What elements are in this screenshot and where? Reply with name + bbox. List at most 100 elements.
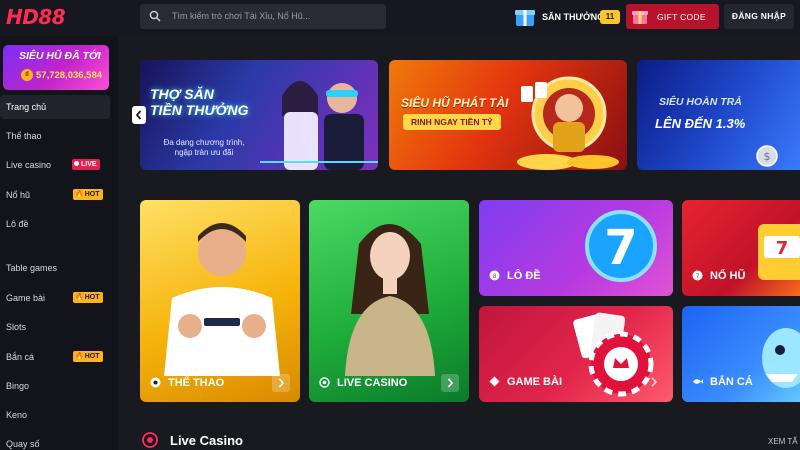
banner-title: SIÊU HŨ PHÁT TÀI — [401, 96, 509, 110]
jackpot-icon: 7 — [692, 270, 703, 281]
svg-text:7: 7 — [776, 238, 789, 259]
category-card-jackpot[interactable]: 7 7 NỔ HŨ — [682, 200, 800, 296]
chevron-left-icon — [135, 110, 142, 120]
hot-badge: 🔥HOT — [73, 351, 103, 362]
sidebar-item-bingo[interactable]: Bingo — [0, 374, 110, 398]
live-badge: LIVE — [72, 159, 100, 170]
hot-badge-text: HOT — [84, 353, 100, 360]
login-button[interactable]: ĐĂNG NHẬP — [724, 4, 794, 29]
sidebar-item-home[interactable]: Trang chủ — [0, 95, 110, 119]
svg-text:8: 8 — [493, 273, 497, 280]
reward-label: SĂN THƯỞNG — [542, 12, 605, 22]
coin-icon: ₫ — [21, 69, 33, 81]
reward-count-badge: 11 — [600, 10, 620, 24]
banner-cta-pill[interactable]: RINH NGAY TIỀN TỶ — [403, 114, 501, 130]
card-games-icon — [489, 376, 500, 387]
hot-badge-text: HOT — [84, 294, 100, 301]
search-icon — [149, 10, 161, 22]
lucky-seven-ball-illustration: 7 — [585, 210, 657, 282]
sidebar-item-table-games[interactable]: Table games — [0, 256, 110, 280]
gift-code-label: GIFT CODE — [657, 12, 706, 22]
category-card-lottery[interactable]: 7 8 LÔ ĐỀ — [479, 200, 673, 296]
see-all-link[interactable]: XEM TẤ — [768, 437, 798, 446]
sidebar-item-live-casino[interactable]: Live casino LIVE — [0, 153, 110, 177]
gift-icon — [632, 11, 648, 24]
live-casino-open-button[interactable] — [441, 374, 459, 392]
live-casino-icon — [319, 377, 330, 388]
hot-badge: 🔥HOT — [73, 189, 103, 200]
banner-title-line1: THỢ SĂN — [150, 86, 214, 102]
sidebar-item-jackpot[interactable]: Nổ hũ 🔥HOT — [0, 183, 110, 207]
sidebar-item-lottery[interactable]: Lô đề — [0, 212, 110, 236]
jackpot-amount: 57,728,036,584 — [36, 70, 103, 81]
search-bar[interactable]: Tìm kiếm trò chơi Tài Xỉu, Nổ Hũ... — [140, 4, 386, 29]
live-dot-icon — [74, 161, 79, 166]
sports-open-button[interactable] — [272, 374, 290, 392]
lottery-icon: 8 — [489, 270, 500, 281]
sidebar-item-card-games[interactable]: Game bài 🔥HOT — [0, 286, 110, 310]
reward-icon — [515, 10, 535, 26]
slot-machine-illustration: 7 — [758, 224, 800, 280]
banner-title-line2: TIỀN THƯỞNG — [150, 102, 249, 118]
jackpot-banner[interactable]: SIÊU HŨ ĐÃ TỚI ₫ 57,728,036,584 — [3, 45, 109, 90]
footballer-illustration — [164, 223, 280, 376]
sidebar-item-label: Thể thao — [6, 131, 42, 141]
sidebar-item-fishing[interactable]: Bắn cá 🔥HOT — [0, 345, 110, 369]
banner-cashback[interactable]: SIÊU HOÀN TRẢ LÊN ĐẾN 1.3% $ — [637, 60, 800, 170]
category-label: NỔ HŨ — [710, 270, 746, 282]
flame-icon: 🔥 — [75, 294, 84, 301]
category-card-card-games[interactable]: GAME BÀI — [479, 306, 673, 402]
sidebar-item-label: Keno — [6, 410, 28, 420]
sidebar-item-label: Lô đề — [6, 219, 29, 229]
sidebar-item-slots[interactable]: Slots — [0, 315, 110, 339]
sidebar-item-keno[interactable]: Keno — [0, 403, 110, 427]
flame-icon: 🔥 — [75, 191, 84, 198]
banner-subtitle: Đa dạng chương trình, ngập tràn ưu đãi — [154, 138, 254, 158]
category-card-sports[interactable]: THỂ THAO — [140, 200, 300, 402]
reward-hunt-button[interactable]: SĂN THƯỞNG 11 — [512, 6, 624, 28]
sidebar-item-label: Trang chủ — [6, 102, 47, 112]
category-card-live-casino[interactable]: LIVE CASINO — [309, 200, 469, 402]
football-icon — [150, 377, 161, 388]
category-label: THỂ THAO — [168, 377, 225, 389]
carousel-prev-button[interactable] — [132, 106, 146, 124]
banner-super-jackpot[interactable]: SIÊU HŨ PHÁT TÀI RINH NGAY TIỀN TỶ — [389, 60, 627, 170]
sidebar-item-label: Bingo — [6, 381, 30, 391]
banner-subtitle-line2: ngập tràn ưu đãi — [174, 148, 234, 157]
god-of-wealth-illustration — [517, 76, 619, 170]
coin-icon: $ — [756, 145, 778, 167]
live-badge-text: LIVE — [81, 161, 97, 168]
jackpot-title: SIÊU HŨ ĐÃ TỚI — [19, 50, 101, 62]
category-card-fishing[interactable]: BẮN CÁ — [682, 306, 800, 402]
sidebar-item-sports[interactable]: Thể thao — [0, 124, 110, 148]
svg-text:$: $ — [764, 150, 771, 163]
sidebar-item-number-draw[interactable]: Quay số — [0, 432, 110, 450]
live-dealer-illustration — [345, 224, 435, 376]
sidebar-item-label: Slots — [6, 322, 27, 332]
banner-title: THỢ SĂN TIỀN THƯỞNG — [150, 86, 249, 118]
svg-text:7: 7 — [696, 273, 700, 280]
banner-title-line1: SIÊU HOÀN TRẢ — [659, 96, 742, 108]
gift-code-button[interactable]: GIFT CODE — [626, 4, 719, 29]
flame-icon: 🔥 — [75, 353, 84, 360]
sidebar: SIÊU HŨ ĐÃ TỚI ₫ 57,728,036,584 Trang ch… — [0, 36, 118, 450]
banner-bonus-hunter[interactable]: THỢ SĂN TIỀN THƯỞNG Đa dạng chương trình… — [140, 60, 378, 170]
fish-icon — [693, 379, 703, 384]
search-input[interactable]: Tìm kiếm trò chơi Tài Xỉu, Nổ Hũ... — [172, 11, 310, 21]
main-content: THỢ SĂN TIỀN THƯỞNG Đa dạng chương trình… — [118, 36, 800, 450]
hot-badge: 🔥HOT — [73, 292, 103, 303]
logo[interactable]: HD88 — [6, 5, 86, 29]
hot-badge-text: HOT — [84, 191, 100, 198]
live-casino-section-icon — [142, 432, 158, 448]
sidebar-item-label: Table games — [6, 263, 58, 273]
banner-subtitle-line1: Đa dạng chương trình, — [163, 138, 245, 147]
sidebar-item-label: Live casino — [6, 160, 52, 170]
chevron-right-icon — [278, 378, 285, 388]
chevron-right-icon — [447, 378, 454, 388]
fish-shark-illustration — [762, 328, 800, 388]
category-label: LÔ ĐỀ — [507, 270, 541, 282]
section-title: Live Casino — [170, 433, 243, 448]
sidebar-item-label: Nổ hũ — [6, 190, 31, 200]
banner-title-line2: LÊN ĐẾN 1.3% — [655, 116, 746, 131]
category-label: LIVE CASINO — [337, 377, 408, 389]
